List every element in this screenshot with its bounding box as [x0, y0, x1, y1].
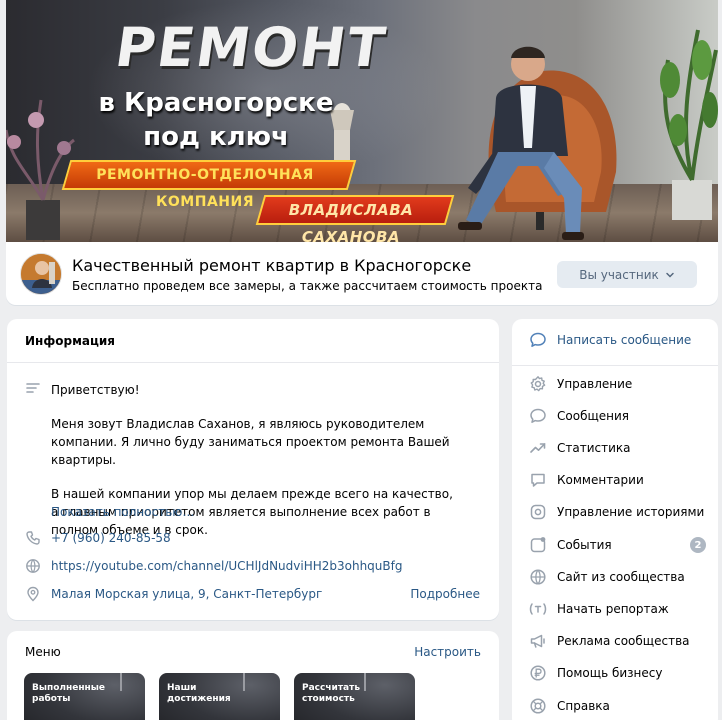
- chat-icon: [528, 406, 548, 426]
- sidebar-item-label: Комментарии: [557, 473, 644, 487]
- avatar-image: [21, 254, 61, 294]
- sidebar-item-site[interactable]: Сайт из сообщества: [512, 562, 718, 592]
- cover-subtitle-line1: в Красногорске: [98, 88, 334, 118]
- sidebar-item-ads[interactable]: Реклама сообщества: [512, 626, 718, 656]
- cover-banner-owner-text: ВЛАДИСЛАВА САХАНОВА: [288, 201, 414, 242]
- cover-subtitle-line2: под ключ: [143, 122, 289, 152]
- sidebar-item-label: Статистика: [557, 441, 631, 455]
- stats-icon: [528, 438, 548, 458]
- show-more-link[interactable]: Показать полностью…: [51, 505, 194, 519]
- cover-plant-right: [660, 29, 718, 220]
- member-status-label: Вы участник: [579, 267, 659, 282]
- description-lines-icon: [23, 379, 43, 399]
- help-icon: [528, 696, 548, 716]
- sidebar-item-label: Сообщения: [557, 409, 630, 423]
- location-pin-icon: [23, 584, 43, 604]
- sidebar-item-help[interactable]: Справка: [512, 691, 718, 720]
- sidebar-item-business-help[interactable]: Помощь бизнесу: [512, 658, 718, 688]
- menu-tile[interactable]: Рассчитать стоимость: [294, 673, 415, 720]
- member-status-button[interactable]: Вы участник: [557, 261, 697, 288]
- group-status: Бесплатно проведем все замеры, а также р…: [72, 279, 543, 293]
- sidebar-item-manage[interactable]: Управление: [512, 369, 718, 399]
- sidebar-item-label: Управление: [557, 377, 633, 391]
- comment-icon: [528, 470, 548, 490]
- sidebar-item-label: Управление историями: [557, 505, 705, 519]
- sidebar-item-comments[interactable]: Комментарии: [512, 465, 718, 495]
- sidebar-divider: [512, 365, 718, 366]
- sidebar-item-label: Начать репортаж: [557, 602, 669, 616]
- sidebar-item-label: События: [557, 538, 612, 552]
- menu-configure-link[interactable]: Настроить: [414, 645, 481, 659]
- cover-title: РЕМОНТ: [111, 16, 391, 79]
- actions-sidebar: Написать сообщение Управление Сообщения …: [512, 319, 718, 720]
- group-title: Качественный ремонт квартир в Красногорс…: [72, 256, 472, 275]
- megaphone-icon: [528, 631, 548, 651]
- menu-tile[interactable]: Выполненные работы: [24, 673, 145, 720]
- write-message-button[interactable]: Написать сообщение: [512, 325, 718, 355]
- menu-card: Меню Настроить Выполненные работы Наши д…: [7, 631, 499, 720]
- broadcast-icon: [528, 599, 548, 619]
- sidebar-item-messages[interactable]: Сообщения: [512, 401, 718, 431]
- address-link[interactable]: Малая Морская улица, 9, Санкт-Петербург: [51, 587, 322, 601]
- events-count-badge: 2: [690, 537, 706, 553]
- community-header: РЕМОНТ в Красногорске под ключ РЕМОНТНО-…: [6, 0, 718, 305]
- avatar[interactable]: [20, 253, 62, 295]
- sidebar-item-stories[interactable]: Управление историями: [512, 497, 718, 527]
- globe-icon: [23, 556, 43, 576]
- website-link[interactable]: https://youtube.com/channel/UCHlJdNudviH…: [51, 559, 402, 573]
- sidebar-item-label: Помощь бизнесу: [557, 666, 663, 680]
- menu-tile-label: Рассчитать стоимость: [302, 683, 361, 704]
- phone-link[interactable]: +7 (960) 240-85-58: [51, 531, 171, 545]
- chevron-down-icon: [666, 272, 674, 278]
- address-more-link[interactable]: Подробнее: [410, 587, 480, 601]
- cover-banner-owner: ВЛАДИСЛАВА САХАНОВА: [255, 195, 455, 242]
- menu-tile-label: Наши достижения: [167, 683, 231, 704]
- events-icon: [528, 535, 548, 555]
- sidebar-item-statistics[interactable]: Статистика: [512, 433, 718, 463]
- globe-icon: [528, 567, 548, 587]
- cover-banner-company: РЕМОНТНО-ОТДЕЛОЧНАЯ КОМПАНИЯ: [61, 160, 357, 210]
- ruble-icon: [528, 663, 548, 683]
- sidebar-item-events[interactable]: События 2: [512, 530, 718, 560]
- sidebar-item-label: Справка: [557, 699, 610, 713]
- menu-tile[interactable]: Наши достижения: [159, 673, 280, 720]
- menu-tile-label: Выполненные работы: [32, 683, 105, 704]
- description-paragraph: Меня зовут Владислав Саханов, я являюсь …: [51, 417, 450, 467]
- stories-icon: [528, 502, 548, 522]
- description-paragraph: Приветствую!: [51, 383, 140, 397]
- info-card: Информация Приветствую! Меня зовут Влади…: [7, 319, 499, 620]
- sidebar-item-label: Сайт из сообщества: [557, 570, 685, 584]
- cover-person: [458, 46, 584, 240]
- sidebar-item-broadcast[interactable]: Начать репортаж: [512, 594, 718, 624]
- phone-icon: [23, 528, 43, 548]
- cover-image: РЕМОНТ в Красногорске под ключ РЕМОНТНО-…: [6, 0, 718, 242]
- info-heading: Информация: [7, 319, 499, 363]
- menu-heading: Меню: [25, 645, 61, 659]
- sidebar-item-label: Реклама сообщества: [557, 634, 690, 648]
- gear-icon: [528, 374, 548, 394]
- write-message-label: Написать сообщение: [557, 333, 692, 347]
- message-icon: [528, 330, 548, 350]
